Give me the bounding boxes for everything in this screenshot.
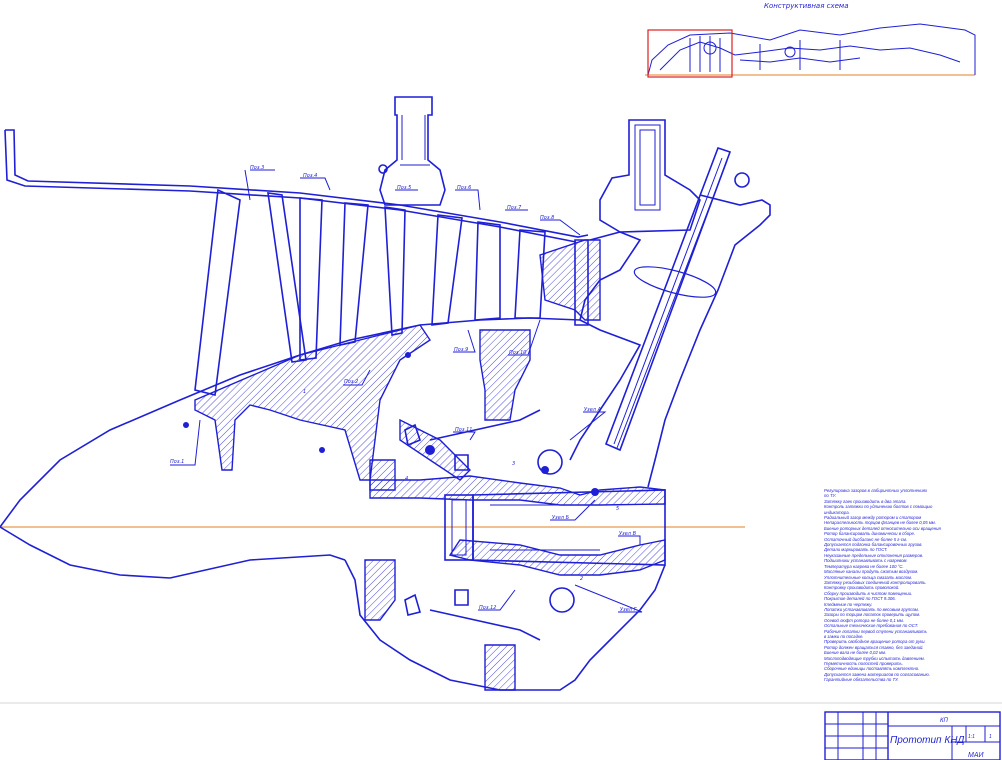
callout-number: 1 bbox=[303, 389, 306, 395]
title-block-scale: 1:1 bbox=[968, 734, 975, 740]
callout-label: Поз.8 bbox=[540, 215, 554, 221]
callout-label: Поз.10 bbox=[509, 350, 526, 356]
callout-label: Поз.3 bbox=[250, 165, 264, 171]
callout-label: Поз.2 bbox=[344, 379, 358, 385]
callout-label: Поз.4 bbox=[303, 173, 317, 179]
callout-number: 2 bbox=[580, 576, 583, 582]
callout-label: Поз.9 bbox=[454, 347, 468, 353]
overview-title: Конструктивная схема bbox=[764, 2, 849, 10]
title-block-code: КП bbox=[940, 718, 949, 724]
callout-label: Поз.6 bbox=[457, 185, 471, 191]
main-section-view bbox=[0, 96, 771, 691]
callout-number: 5 bbox=[616, 506, 619, 512]
callout-label: Узел А bbox=[584, 407, 602, 413]
callout-label: Узел Г bbox=[620, 607, 638, 613]
callout-label: Узел Б bbox=[552, 515, 570, 521]
callout-label: Поз.5 bbox=[397, 185, 411, 191]
title-block-organization: МАИ bbox=[968, 752, 985, 759]
drawing-title: Прототип КНД bbox=[890, 735, 964, 746]
callout-label: Поз.1 bbox=[170, 459, 184, 465]
overview-schematic: Конструктивная схема bbox=[647, 2, 976, 78]
title-block-sheet: 1 bbox=[989, 734, 992, 740]
callout-label: Поз.11 bbox=[455, 427, 472, 433]
callout-label: Поз.12 bbox=[479, 605, 496, 611]
callout-number: 4 bbox=[405, 476, 408, 482]
callout-number: 3 bbox=[512, 461, 515, 467]
technical-note-line: Гарантийные обязательства по ТУ. bbox=[824, 677, 899, 683]
callout-label: Узел В bbox=[619, 531, 637, 537]
technical-notes: Регулировка зазоров в лабиринтных уплотн… bbox=[824, 488, 994, 683]
callout-label: Поз.7 bbox=[507, 205, 522, 211]
title-block: КП Прототип КНД 1 1:1 МАИ bbox=[824, 711, 1001, 760]
